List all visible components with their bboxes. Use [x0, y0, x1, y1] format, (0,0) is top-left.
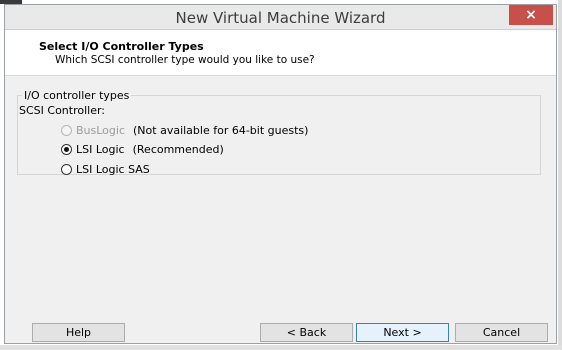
- radio-option-lsi-logic[interactable]: LSI Logic (Recommended): [61, 141, 224, 157]
- back-button[interactable]: < Back: [260, 323, 353, 342]
- scsi-controller-label: SCSI Controller:: [19, 104, 106, 117]
- wizard-window: New Virtual Machine Wizard × Select I/O …: [4, 4, 557, 344]
- option-label: BusLogic: [76, 123, 126, 137]
- close-icon: ×: [525, 7, 537, 23]
- option-note: (Recommended): [132, 142, 224, 156]
- background-bottom-edge: [0, 345, 562, 350]
- radio-button-lsi-logic[interactable]: [61, 143, 72, 155]
- page-title: Select I/O Controller Types: [39, 40, 204, 53]
- title-bar[interactable]: New Virtual Machine Wizard ×: [5, 5, 556, 30]
- option-label: LSI Logic: [76, 142, 125, 156]
- option-note: (Not available for 64-bit guests): [133, 123, 309, 137]
- page-subtitle: Which SCSI controller type would you lik…: [55, 54, 315, 66]
- background-right-strip: [558, 0, 562, 350]
- radio-option-lsi-logic-sas[interactable]: LSI Logic SAS: [61, 161, 150, 177]
- option-label: LSI Logic SAS: [76, 162, 150, 176]
- help-button[interactable]: Help: [32, 323, 125, 342]
- cancel-button[interactable]: Cancel: [455, 323, 548, 342]
- radio-button-lsi-logic-sas[interactable]: [61, 163, 72, 175]
- radio-button-buslogic: [61, 124, 72, 136]
- group-legend: I/O controller types: [24, 89, 130, 102]
- close-button[interactable]: ×: [509, 5, 553, 25]
- window-title: New Virtual Machine Wizard: [175, 9, 386, 27]
- radio-option-buslogic: BusLogic (Not available for 64-bit guest…: [61, 122, 308, 138]
- next-button[interactable]: Next >: [356, 323, 449, 342]
- wizard-header: Select I/O Controller Types Which SCSI c…: [5, 30, 556, 76]
